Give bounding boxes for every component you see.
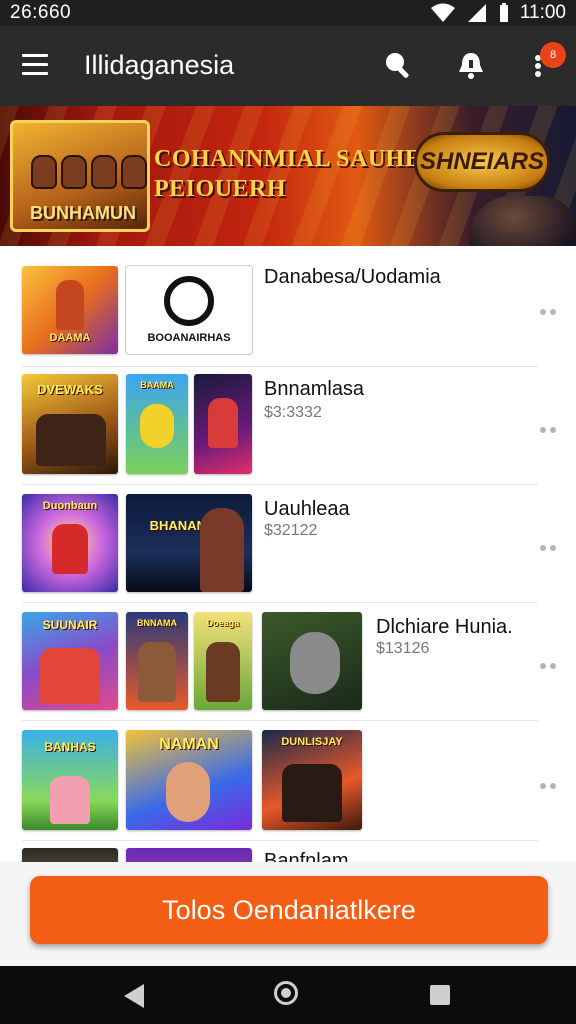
game-thumbnail[interactable] <box>194 374 252 474</box>
app-title: Illidaganesia <box>84 50 235 80</box>
game-thumbnail[interactable] <box>22 848 118 862</box>
game-list: DAAMA BOOANAIRHAS Danabesa/Uodamia DVEWA… <box>0 246 576 862</box>
game-thumbnail[interactable] <box>262 612 362 710</box>
game-thumbnail[interactable]: DAAMA <box>22 266 118 354</box>
banner-headline-line2: PEIOUERH <box>154 176 287 202</box>
banner-headline: COHANNMIAL SAUHE PEIOUERH <box>154 144 421 204</box>
item-title: Dlchiare Hunia. <box>376 616 513 638</box>
item-title: Bnnamlasa <box>264 378 365 400</box>
more-dots-icon[interactable] <box>540 538 562 551</box>
divider <box>22 484 538 485</box>
notification-badge: 8 <box>540 42 566 68</box>
home-icon[interactable] <box>274 981 298 1005</box>
banner-hero-figure <box>470 196 576 246</box>
banner-left-logo: BUNHAMUN <box>10 120 150 232</box>
item-title: Banfnlam <box>264 850 349 862</box>
game-thumbnail[interactable]: SUUNAIR <box>22 612 118 710</box>
item-title: Danabesa/Uodamia <box>264 266 441 288</box>
signal-icon <box>466 3 488 23</box>
game-thumbnail[interactable]: BOOANAIRHAS <box>126 266 252 354</box>
status-clock: 11:00 <box>519 2 566 23</box>
back-icon[interactable] <box>122 983 146 1014</box>
battery-icon <box>498 3 510 23</box>
game-thumbnail[interactable]: Duonbaun <box>22 494 118 592</box>
divider <box>22 602 538 603</box>
divider <box>22 840 538 841</box>
banner-left-logo-text: BUNHAMUN <box>30 203 136 223</box>
more-dots-icon[interactable] <box>540 302 562 315</box>
more-dots-icon[interactable] <box>540 776 562 789</box>
banner-headline-line1: COHANNMIAL SAUHE <box>154 146 422 172</box>
game-thumbnail[interactable]: BNNAMA <box>126 612 188 710</box>
app-bar: Illidaganesia 8 <box>0 26 576 106</box>
divider <box>22 720 538 721</box>
game-thumbnail[interactable]: BHANANAIA <box>126 494 252 592</box>
recent-apps-icon[interactable] <box>430 985 450 1005</box>
primary-cta-button[interactable]: Tolos Oendaniatlkere <box>30 876 548 944</box>
status-time: 26:660 <box>10 2 72 23</box>
menu-icon[interactable] <box>22 54 48 76</box>
bell-icon[interactable] <box>456 50 486 80</box>
promo-banner[interactable]: BUNHAMUN COHANNMIAL SAUHE PEIOUERH SHNEI… <box>0 106 576 246</box>
item-subtitle: $13126 <box>376 640 430 657</box>
item-subtitle: $3:3332 <box>264 404 322 421</box>
bottom-action-area: Tolos Oendaniatlkere <box>0 862 576 966</box>
status-bar: 26:660 11:00 <box>0 0 576 26</box>
game-thumbnail[interactable]: DUNLISJAY <box>262 730 362 830</box>
game-thumbnail[interactable]: NAMAN <box>126 730 252 830</box>
game-thumbnail[interactable]: BAAMA <box>126 374 188 474</box>
game-thumbnail[interactable]: DVEWAKS <box>22 374 118 474</box>
item-title: Uauhleaa <box>264 498 350 520</box>
more-dots-icon[interactable] <box>540 420 562 433</box>
game-thumbnail[interactable]: BANHAS <box>22 730 118 830</box>
more-dots-icon[interactable] <box>540 656 562 669</box>
divider <box>22 366 538 367</box>
item-subtitle: $32122 <box>264 522 318 539</box>
game-thumbnail[interactable] <box>126 848 252 862</box>
search-icon[interactable] <box>383 50 413 80</box>
game-thumbnail[interactable]: Doeaga <box>194 612 252 710</box>
banner-characters <box>31 155 147 189</box>
banner-right-logo: SHNEIARS <box>414 132 550 192</box>
system-nav-bar <box>0 966 576 1024</box>
wifi-icon <box>430 3 456 23</box>
